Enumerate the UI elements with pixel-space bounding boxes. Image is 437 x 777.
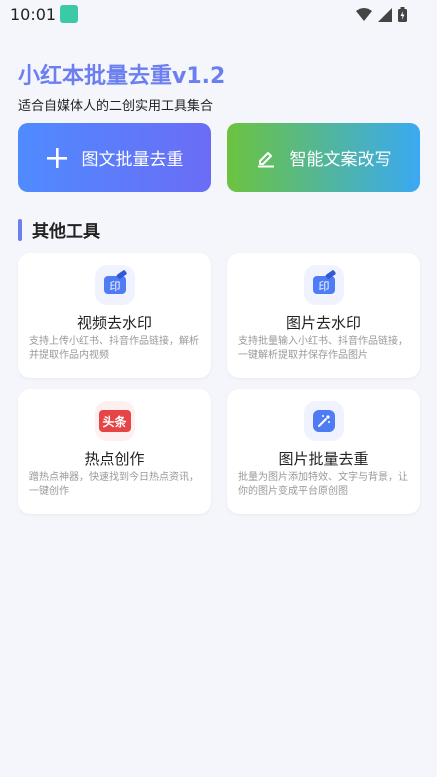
status-bar: 10:01 — [0, 0, 437, 30]
tool-description: 支持批量输入小红书、抖音作品链接，一键解析提取并保存作品图片 — [238, 336, 408, 361]
tool-description: 支持上传小红书、抖音作品链接，解析并提取作品内视频 — [29, 336, 199, 361]
app-title: 小红本批量去重v1.2 — [18, 64, 226, 89]
svg-text:印: 印 — [318, 280, 329, 293]
watermark-image-icon: 印 — [303, 265, 344, 305]
status-indicators — [356, 7, 407, 22]
section-header: 其他工具 — [18, 217, 100, 242]
watermark-video-icon: 印 — [94, 265, 135, 305]
magic-image-icon — [303, 401, 344, 441]
tool-description: 蹭热点神器，快速找到今日热点资讯，一键创作 — [29, 472, 199, 497]
tool-name: 图片批量去重 — [278, 450, 369, 468]
signal-icon — [378, 7, 392, 22]
plus-icon — [46, 147, 67, 168]
hot-topic-icon: 头条 — [94, 401, 135, 441]
tool-name: 热点创作 — [84, 450, 145, 468]
tool-card-image-dedupe[interactable]: 图片批量去重 批量为图片添加特效、文字与背景，让你的图片变成平台原创图 — [227, 389, 420, 514]
smart-rewrite-button[interactable]: 智能文案改写 — [227, 123, 420, 192]
battery-icon — [398, 7, 407, 22]
app-notification-icon — [60, 5, 78, 23]
edit-icon — [257, 151, 274, 167]
tool-card-image-watermark[interactable]: 印 图片去水印 支持批量输入小红书、抖音作品链接，一键解析提取并保存作品图片 — [227, 253, 420, 378]
tool-description: 批量为图片添加特效、文字与背景，让你的图片变成平台原创图 — [238, 472, 408, 497]
hot-topic-badge: 头条 — [98, 410, 131, 432]
tool-name: 图片去水印 — [285, 314, 361, 332]
wifi-icon — [356, 7, 372, 21]
batch-dedupe-button[interactable]: 图文批量去重 — [18, 123, 211, 192]
svg-text:印: 印 — [109, 280, 120, 293]
status-time: 10:01 — [10, 5, 57, 24]
app-subtitle: 适合自媒体人的二创实用工具集合 — [18, 99, 214, 114]
section-accent-bar — [18, 218, 22, 241]
tool-card-video-watermark[interactable]: 印 视频去水印 支持上传小红书、抖音作品链接，解析并提取作品内视频 — [18, 253, 211, 378]
tool-name: 视频去水印 — [76, 314, 152, 332]
batch-dedupe-label: 图文批量去重 — [81, 150, 184, 170]
smart-rewrite-label: 智能文案改写 — [289, 150, 392, 170]
tool-card-hot-topic[interactable]: 头条 热点创作 蹭热点神器，快速找到今日热点资讯，一键创作 — [18, 389, 211, 514]
section-title: 其他工具 — [32, 222, 100, 242]
